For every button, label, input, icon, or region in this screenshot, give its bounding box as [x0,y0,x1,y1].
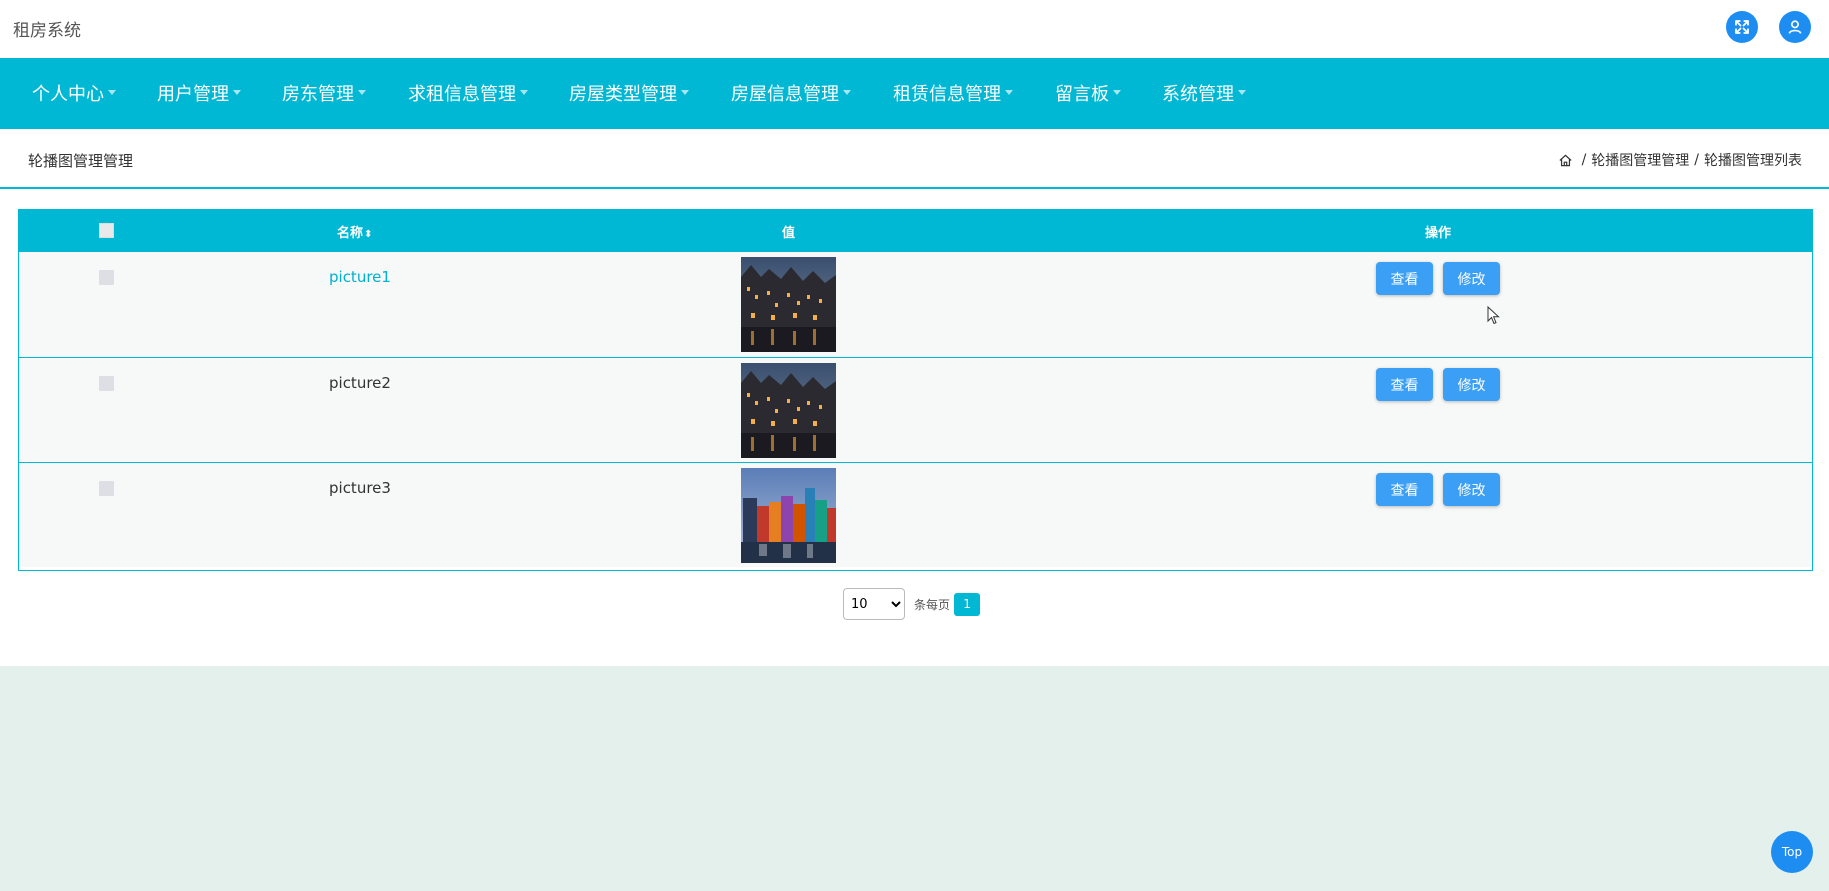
nav-item-lease-info-management[interactable]: 租赁信息管理 [893,80,1013,106]
caret-down-icon [520,90,528,95]
main-nav: 个人中心 用户管理 房东管理 求租信息管理 房屋类型管理 房屋信息管理 租赁信息… [0,58,1829,129]
mouse-cursor-icon [1487,306,1500,325]
table-header: 名称⬍ 值 操作 [19,210,1812,252]
row-name[interactable]: picture3 [329,479,391,497]
view-button[interactable]: 查看 [1376,368,1433,401]
nav-label: 房东管理 [282,84,354,105]
page-size-select[interactable]: 10 [843,588,905,620]
caret-down-icon [843,90,851,95]
home-icon[interactable] [1558,153,1573,168]
breadcrumb-item[interactable]: 轮播图管理管理 [1591,150,1689,170]
pagination: 10 条每页 1 [843,588,981,620]
nav-item-system-management[interactable]: 系统管理 [1162,80,1246,106]
top-header: 租房系统 [0,0,1829,58]
nav-label: 个人中心 [32,84,104,105]
divider [0,187,1829,189]
caret-down-icon [233,90,241,95]
user-icon[interactable] [1779,11,1811,43]
thumbnail-image [741,257,836,352]
table-row: picture3 查看 修改 [19,462,1812,567]
breadcrumb-item: 轮播图管理列表 [1704,153,1802,169]
thumbnail-image [741,363,836,458]
fullscreen-icon[interactable] [1726,11,1758,43]
nav-label: 留言板 [1055,84,1109,105]
app-title: 租房系统 [13,21,81,41]
caret-down-icon [358,90,366,95]
view-button[interactable]: 查看 [1376,473,1433,506]
row-name[interactable]: picture2 [329,374,391,392]
content-panel: 轮播图管理管理 / 轮播图管理管理 / 轮播图管理列表 名称⬍ 值 操作 pic… [0,129,1829,666]
breadcrumb-separator: / [1694,152,1699,168]
column-header-actions: 操作 [1425,226,1452,241]
nav-item-user-management[interactable]: 用户管理 [157,80,241,106]
view-button[interactable]: 查看 [1376,262,1433,295]
page-number-button[interactable]: 1 [954,592,981,616]
row-name[interactable]: picture1 [329,268,391,286]
select-all-checkbox[interactable] [99,223,114,238]
row-checkbox[interactable] [99,376,114,391]
nav-label: 系统管理 [1162,84,1234,105]
edit-button[interactable]: 修改 [1443,368,1500,401]
caret-down-icon [108,90,116,95]
edit-button[interactable]: 修改 [1443,473,1500,506]
nav-item-rental-request-management[interactable]: 求租信息管理 [408,80,528,106]
nav-label: 求租信息管理 [408,84,516,105]
nav-item-landlord-management[interactable]: 房东管理 [282,80,366,106]
breadcrumb: / 轮播图管理管理 / 轮播图管理列表 [1558,150,1802,170]
column-header-value: 值 [782,226,796,241]
nav-item-message-board[interactable]: 留言板 [1055,80,1121,106]
nav-item-house-type-management[interactable]: 房屋类型管理 [569,80,689,106]
edit-button[interactable]: 修改 [1443,262,1500,295]
caret-down-icon [1005,90,1013,95]
row-checkbox[interactable] [99,481,114,496]
nav-label: 房屋类型管理 [569,84,677,105]
thumbnail-image [741,468,836,563]
caret-down-icon [681,90,689,95]
table-row: picture2 查看 修改 [19,357,1812,462]
page-title: 轮播图管理管理 [28,152,134,170]
column-label: 名称 [337,226,364,241]
sort-icon[interactable]: ⬍ [364,229,372,240]
column-header-name[interactable]: 名称⬍ [337,222,372,241]
nav-label: 租赁信息管理 [893,84,1001,105]
caret-down-icon [1113,90,1121,95]
nav-label: 房屋信息管理 [731,84,839,105]
breadcrumb-separator: / [1581,152,1587,168]
row-checkbox[interactable] [99,270,114,285]
nav-item-house-info-management[interactable]: 房屋信息管理 [731,80,851,106]
data-table: 名称⬍ 值 操作 picture1 查看 修改 picture2 查看 修改 p… [18,209,1813,571]
per-page-label: 条每页 [914,597,951,612]
nav-label: 用户管理 [157,84,229,105]
caret-down-icon [1238,90,1246,95]
nav-item-personal-center[interactable]: 个人中心 [32,80,116,106]
table-row: picture1 查看 修改 [19,252,1812,357]
scroll-top-button[interactable]: Top [1771,831,1813,873]
